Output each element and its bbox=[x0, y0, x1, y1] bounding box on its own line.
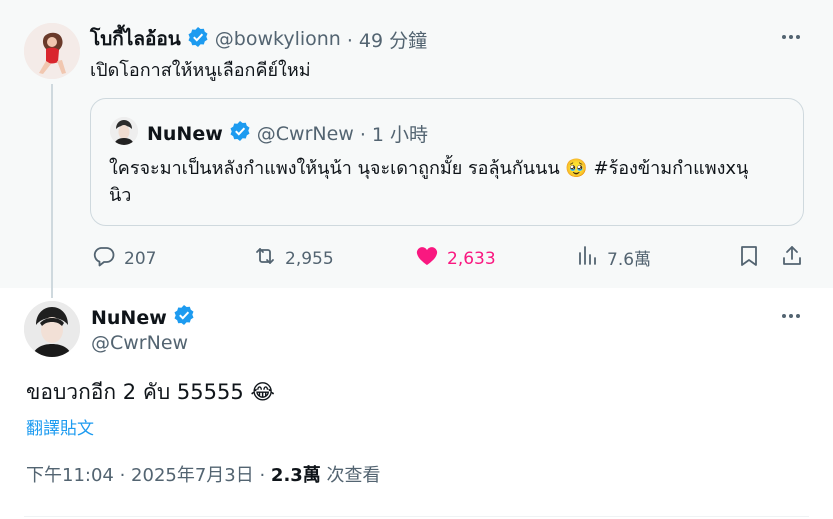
tweet-timestamp[interactable]: 下午11:04 · 2025年7月3日 · bbox=[26, 465, 271, 486]
translate-post-link[interactable]: 翻譯貼文 bbox=[26, 414, 94, 439]
parent-handle[interactable]: @bowkylionn bbox=[215, 28, 341, 50]
verified-badge-icon bbox=[229, 120, 251, 147]
avatar-cwrnew[interactable] bbox=[24, 301, 80, 357]
main-tweet-text: ขอบวกอีก 2 คับ 55555 😂 bbox=[26, 380, 275, 404]
quoted-handle: @CwrNew bbox=[256, 122, 354, 145]
avatar-cwrnew-small bbox=[110, 117, 138, 145]
views-icon bbox=[577, 244, 599, 271]
bookmark-button[interactable] bbox=[738, 244, 760, 273]
more-icon[interactable] bbox=[776, 27, 806, 47]
share-icon bbox=[780, 244, 804, 273]
tweet-metadata: 下午11:04 · 2025年7月3日 · 2.3萬 次查看 bbox=[26, 461, 381, 487]
share-button[interactable] bbox=[780, 244, 804, 273]
views-count: 7.6萬 bbox=[607, 250, 652, 270]
thread-connector-line bbox=[51, 84, 53, 296]
repost-icon bbox=[253, 244, 277, 273]
quoted-tweet-text-line1: ใครจะมาเป็นหลังกำแพงให้นุน้า นุจะเดาถูกม… bbox=[109, 158, 749, 179]
verified-badge-icon bbox=[187, 26, 209, 53]
repost-button[interactable]: 2,955 bbox=[253, 244, 334, 273]
parent-tweet[interactable]: โบกี้ไลอ้อน @bowkylionn · 49 分鐘 เปิดโอกา… bbox=[0, 0, 833, 296]
tweet-views-count: 2.3萬 bbox=[270, 465, 321, 486]
thread-connector-line bbox=[51, 288, 53, 298]
quoted-time: · 1 小時 bbox=[359, 124, 429, 146]
reply-count: 207 bbox=[124, 248, 157, 269]
views-button[interactable]: 7.6萬 bbox=[577, 244, 651, 271]
quoted-display-name: NuNew bbox=[147, 122, 223, 145]
parent-time[interactable]: · 49 分鐘 bbox=[347, 26, 427, 53]
divider bbox=[24, 516, 809, 517]
repost-count: 2,955 bbox=[285, 248, 334, 269]
reply-button[interactable]: 207 bbox=[92, 244, 156, 273]
like-count: 2,633 bbox=[447, 248, 496, 269]
verified-badge-icon bbox=[173, 304, 195, 331]
bookmark-icon bbox=[738, 244, 760, 273]
more-icon[interactable] bbox=[776, 306, 806, 326]
like-button[interactable]: 2,633 bbox=[415, 244, 496, 273]
like-heart-icon bbox=[415, 244, 439, 273]
avatar-bowkylionn[interactable] bbox=[24, 23, 80, 79]
quoted-tweet-text-line2: นิว bbox=[109, 185, 132, 206]
parent-tweet-text: เปิดโอกาสให้หนูเลือกคีย์ใหม่ bbox=[90, 60, 311, 81]
tweet-views-label: 次查看 bbox=[320, 465, 381, 486]
parent-display-name[interactable]: โบกี้ไลอ้อน bbox=[90, 24, 181, 54]
main-display-name[interactable]: NuNew bbox=[91, 307, 167, 329]
main-handle[interactable]: @CwrNew bbox=[91, 332, 188, 354]
reply-icon bbox=[92, 244, 116, 273]
